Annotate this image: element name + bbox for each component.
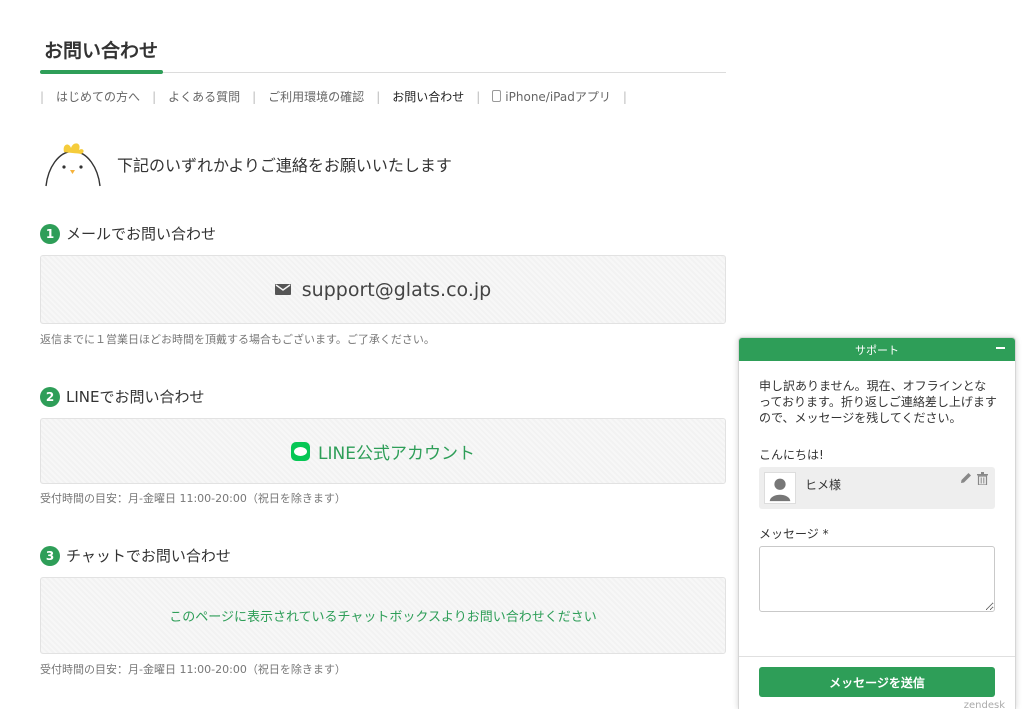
nav-item-contact[interactable]: お問い合わせ xyxy=(392,88,464,105)
number-badge: 2 xyxy=(40,386,60,407)
nav-separator: | xyxy=(40,89,45,104)
mail-link[interactable]: support@glats.co.jp xyxy=(274,278,492,301)
greeting-text: こんにちは! xyxy=(759,448,824,462)
line-account-label: LINE公式アカウント xyxy=(318,443,475,464)
nav-item-faq[interactable]: よくある質問 xyxy=(168,88,240,105)
nav-separator: | xyxy=(252,89,257,104)
widget-header[interactable]: サポート xyxy=(739,338,1015,361)
line-contact-box[interactable]: LINE公式アカウント xyxy=(40,418,726,484)
nav-item-app[interactable]: iPhone/iPadアプリ xyxy=(492,88,611,105)
nav-separator: | xyxy=(376,89,381,104)
page-title: お問い合わせ xyxy=(44,40,159,62)
sub-navigation: | はじめての方へ | よくある質問 | ご利用環境の確認 | お問い合わせ |… xyxy=(40,88,639,105)
mail-note: 返信までに１営業日ほどお時間を頂戴する場合もございます。ご了承ください。 xyxy=(40,333,435,346)
nav-separator: | xyxy=(152,89,157,104)
chick-mascot-icon xyxy=(45,143,101,187)
message-label: メッセージ * xyxy=(759,527,829,541)
title-accent xyxy=(40,70,163,74)
nav-item-app-label: iPhone/iPadアプリ xyxy=(505,90,611,104)
message-input[interactable] xyxy=(759,546,995,612)
line-link[interactable]: LINE公式アカウント xyxy=(291,439,475,464)
offline-message: 申し訳ありません。現在、オフラインとなっております。折り返しご連絡差し上げますの… xyxy=(759,379,997,425)
pencil-icon[interactable] xyxy=(960,472,972,484)
line-icon xyxy=(291,441,311,461)
line-section-heading: 2 LINEでお問い合わせ xyxy=(40,386,204,407)
support-chat-widget: サポート 申し訳ありません。現在、オフラインとなっております。折り返しご連絡差し… xyxy=(738,337,1016,709)
mail-icon xyxy=(274,284,291,295)
mail-section-heading: 1 メールでお問い合わせ xyxy=(40,223,216,244)
nav-separator: | xyxy=(622,89,627,104)
mail-section-title: メールでお問い合わせ xyxy=(66,225,217,243)
nav-item-environment[interactable]: ご利用環境の確認 xyxy=(268,88,364,105)
user-avatar-icon xyxy=(764,472,796,504)
user-name: ヒメ様 xyxy=(805,478,842,492)
line-note: 受付時間の目安：月-金曜日 11:00-20:00（祝日を除きます） xyxy=(40,492,346,505)
chat-section-title: チャットでお問い合わせ xyxy=(66,547,231,565)
user-card: ヒメ様 xyxy=(759,467,995,509)
widget-divider xyxy=(739,656,1015,657)
chat-instruction: このページに表示されているチャットボックスよりお問い合わせください xyxy=(169,610,597,625)
trash-icon[interactable] xyxy=(977,472,988,485)
chat-section-heading: 3 チャットでお問い合わせ xyxy=(40,545,231,566)
chat-contact-box: このページに表示されているチャットボックスよりお問い合わせください xyxy=(40,577,726,654)
phone-icon xyxy=(492,90,502,102)
minimize-icon[interactable] xyxy=(994,342,1006,354)
number-badge: 3 xyxy=(40,545,60,566)
number-badge: 1 xyxy=(40,223,60,244)
nav-separator: | xyxy=(476,89,481,104)
line-section-title: LINEでお問い合わせ xyxy=(66,388,205,406)
send-message-button[interactable]: メッセージを送信 xyxy=(759,667,995,697)
nav-item-beginners[interactable]: はじめての方へ xyxy=(56,88,140,105)
intro-text: 下記のいずれかよりご連絡をお願いいたします xyxy=(117,156,452,175)
widget-title: サポート xyxy=(855,343,899,357)
mail-address: support@glats.co.jp xyxy=(301,278,492,301)
chat-note: 受付時間の目安：月-金曜日 11:00-20:00（祝日を除きます） xyxy=(40,663,346,676)
mail-contact-box[interactable]: support@glats.co.jp xyxy=(40,255,726,324)
